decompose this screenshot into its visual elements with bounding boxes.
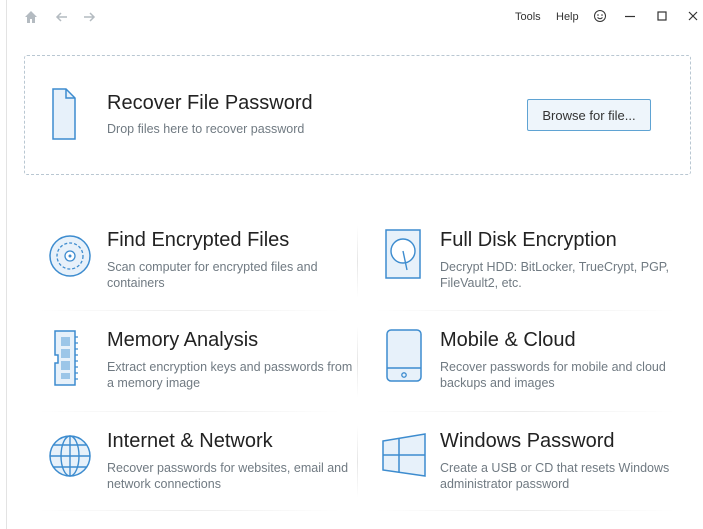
- browse-for-file-button[interactable]: Browse for file...: [527, 99, 651, 131]
- memory-module-icon: [49, 329, 99, 389]
- column-divider: [357, 326, 358, 398]
- tile-description: Decrypt HDD: BitLocker, TrueCrypt, PGP, …: [440, 260, 670, 290]
- tile-title: Mobile & Cloud: [440, 329, 576, 351]
- title-bar: Tools Help: [0, 0, 703, 34]
- tile-description: Recover passwords for websites, email an…: [107, 461, 349, 491]
- windows-logo-icon: [382, 430, 432, 490]
- tile-internet-and-network[interactable]: Internet & Network Recover passwords for…: [49, 430, 349, 526]
- file-drop-zone[interactable]: Recover File Password Drop files here to…: [24, 55, 691, 175]
- tile-description: Scan computer for encrypted files and co…: [107, 260, 318, 290]
- column-divider: [357, 226, 358, 298]
- mobile-phone-icon: [382, 329, 432, 389]
- tile-description: Recover passwords for mobile and cloud b…: [440, 360, 666, 390]
- hard-drive-icon: [382, 229, 432, 289]
- disk-scan-icon: [49, 229, 99, 289]
- minimize-icon[interactable]: [622, 8, 638, 24]
- tile-title: Internet & Network: [107, 430, 273, 452]
- column-divider: [357, 426, 358, 498]
- tools-menu[interactable]: Tools: [515, 11, 541, 23]
- close-icon[interactable]: [685, 8, 701, 24]
- tile-title: Full Disk Encryption: [440, 229, 617, 251]
- tile-title: Memory Analysis: [107, 329, 259, 351]
- globe-icon: [49, 430, 99, 490]
- smiley-icon[interactable]: [592, 8, 608, 24]
- arrow-right-icon[interactable]: [80, 8, 98, 26]
- tile-windows-password[interactable]: Windows Password Create a USB or CD that…: [382, 430, 682, 526]
- home-icon[interactable]: [22, 8, 40, 26]
- help-menu[interactable]: Help: [556, 11, 579, 23]
- maximize-icon[interactable]: [654, 8, 670, 24]
- arrow-left-icon[interactable]: [53, 8, 71, 26]
- window-left-border: [6, 0, 7, 529]
- tile-find-encrypted-files[interactable]: Find Encrypted Files Scan computer for e…: [49, 229, 349, 325]
- tile-mobile-and-cloud[interactable]: Mobile & Cloud Recover passwords for mob…: [382, 329, 682, 425]
- tile-full-disk-encryption[interactable]: Full Disk Encryption Decrypt HDD: BitLoc…: [382, 229, 682, 325]
- tile-description: Create a USB or CD that resets Windows a…: [440, 461, 670, 491]
- tile-title: Windows Password: [440, 430, 615, 452]
- dropzone-subtitle: Drop files here to recover password: [107, 122, 305, 136]
- dropzone-title: Recover File Password: [107, 92, 313, 114]
- document-icon: [52, 88, 76, 145]
- tile-memory-analysis[interactable]: Memory Analysis Extract encryption keys …: [49, 329, 352, 425]
- tile-title: Find Encrypted Files: [107, 229, 290, 251]
- tile-description: Extract encryption keys and passwords fr…: [107, 360, 353, 390]
